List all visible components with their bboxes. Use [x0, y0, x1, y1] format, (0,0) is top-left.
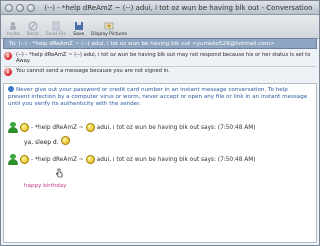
- close-window-button[interactable]: [5, 3, 13, 12]
- display-pictures-label: Display Pictures: [91, 32, 127, 37]
- divider: [4, 66, 316, 67]
- smiley-icon: [20, 123, 29, 132]
- save-icon: [74, 22, 83, 30]
- send-file-button[interactable]: Send File: [46, 21, 66, 37]
- message-body: ya, sleep d.: [24, 139, 59, 146]
- message-header: - *help dReAmZ ~ adui, i tot oz wun be h…: [8, 122, 256, 133]
- recipient-bar: To: (--) - *help dReAmZ ~ (--) adui, i t…: [3, 38, 317, 49]
- alert-icon: !: [4, 52, 12, 60]
- conversation-window: (--) - *help dReAmZ ~ (--) adui, i tot o…: [0, 0, 320, 246]
- pointer-cursor-icon: [56, 168, 63, 178]
- security-warning: Never give out your password or credit c…: [8, 86, 308, 108]
- buddy-icon: [8, 154, 18, 165]
- save-button[interactable]: Save: [73, 21, 84, 37]
- minimize-window-button[interactable]: [16, 3, 24, 12]
- display-pictures-icon: [104, 22, 114, 30]
- signin-notice-text: You cannot send a message because you ar…: [16, 68, 170, 74]
- smiley-icon: [85, 155, 95, 164]
- security-warning-text: Never give out your password or credit c…: [8, 87, 308, 107]
- sender-name: *help dReAmZ ~: [35, 156, 84, 163]
- invite-label: Invite: [7, 32, 20, 37]
- smiley-icon: [85, 123, 95, 132]
- conversation-history[interactable]: Never give out your password or credit c…: [3, 83, 317, 243]
- zoom-window-button[interactable]: [27, 3, 35, 12]
- block-button[interactable]: Block: [27, 21, 39, 37]
- birthday-message: happy birthday: [24, 183, 67, 189]
- toolbar: Invite Block Send File Save Display Pict…: [1, 15, 319, 39]
- message-text: ya, sleep d.: [24, 136, 70, 146]
- info-icon: [8, 86, 14, 92]
- message-meta: adui, i tot oz wun be having blk out say…: [96, 156, 256, 163]
- alert-icon: !: [4, 68, 12, 76]
- message-header: - *help dReAmZ ~ adui, i tot oz wun be h…: [8, 154, 256, 165]
- invite-icon: [10, 22, 17, 30]
- away-notice: ! (--) - *help dReAmZ ~ (--) adui, i tot…: [4, 52, 316, 64]
- buddy-icon: [8, 122, 18, 133]
- block-label: Block: [26, 32, 39, 37]
- window-title: (--) - *help dReAmZ ~ (--) adui, i tot o…: [44, 3, 313, 12]
- invite-button[interactable]: Invite: [7, 21, 20, 37]
- message-meta: adui, i tot oz wun be having blk out say…: [96, 124, 256, 131]
- smiley-icon: [20, 155, 29, 164]
- send-file-label: Send File: [45, 32, 67, 37]
- away-notice-text: (--) - *help dReAmZ ~ (--) adui, i tot o…: [16, 52, 311, 64]
- sender-name: *help dReAmZ ~: [35, 124, 84, 131]
- smiley-icon: [60, 136, 70, 145]
- display-pictures-button[interactable]: Display Pictures: [91, 21, 127, 37]
- save-label: Save: [73, 32, 85, 37]
- block-icon: [28, 21, 38, 31]
- title-bar[interactable]: (--) - *help dReAmZ ~ (--) adui, i tot o…: [1, 1, 319, 15]
- signin-notice: ! You cannot send a message because you …: [4, 68, 316, 76]
- send-file-icon: [52, 21, 60, 31]
